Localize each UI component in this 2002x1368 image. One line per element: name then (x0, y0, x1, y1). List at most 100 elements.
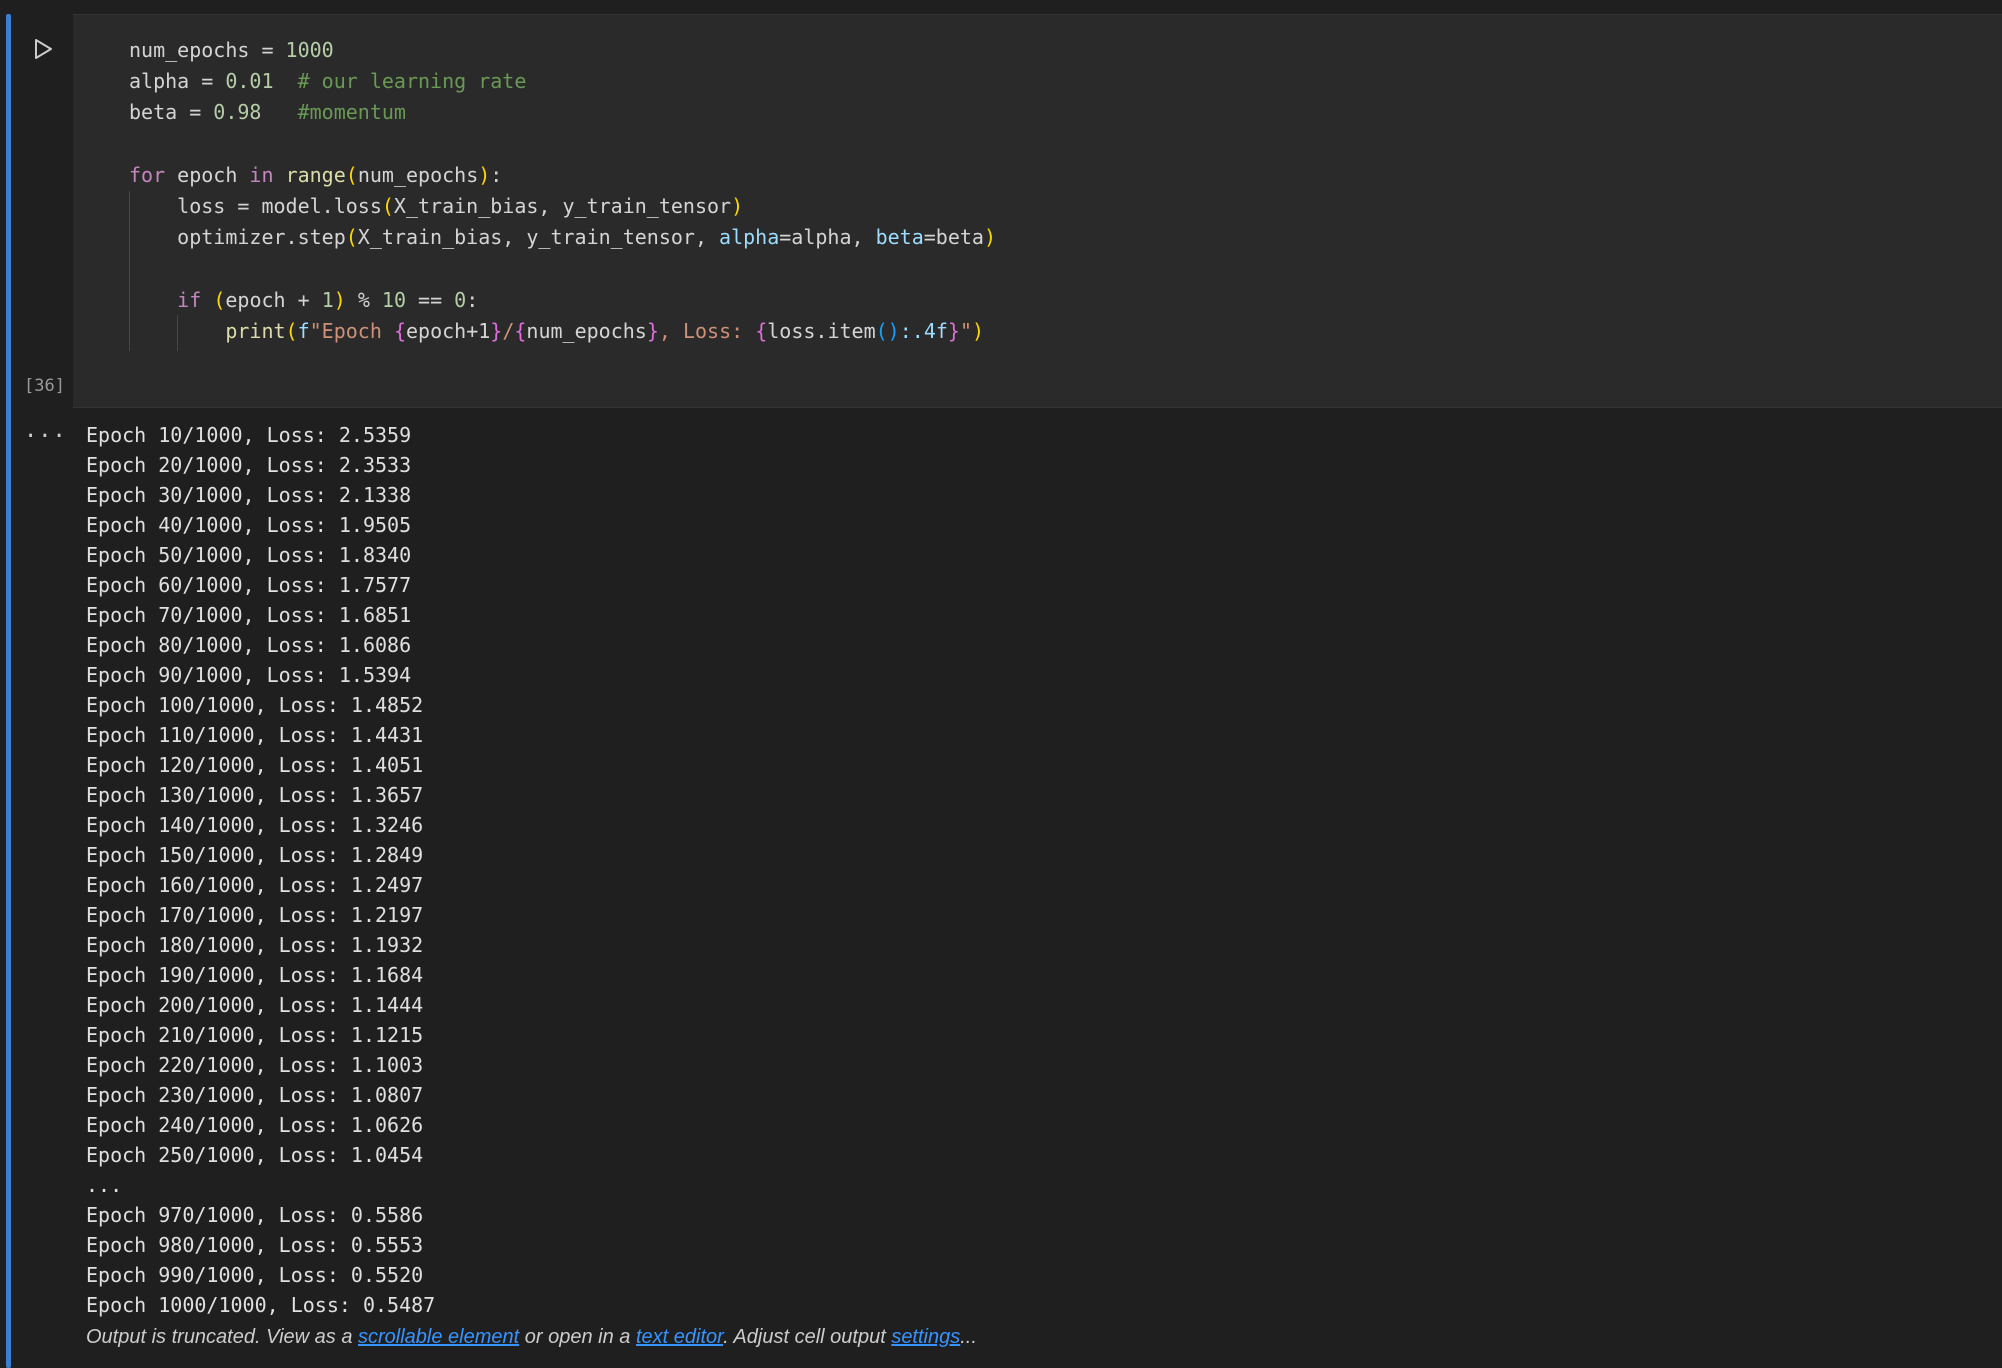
output-line: Epoch 210/1000, Loss: 1.1215 (86, 1023, 424, 1047)
code-token: } (646, 318, 659, 343)
code-token: in (249, 162, 274, 187)
output-line: Epoch 190/1000, Loss: 1.1684 (86, 963, 424, 987)
play-icon[interactable] (30, 36, 56, 62)
output-line: Epoch 970/1000, Loss: 0.5586 (86, 1203, 424, 1227)
output-line: Epoch 150/1000, Loss: 1.2849 (86, 843, 424, 867)
code-token: ) (478, 162, 491, 187)
code-token: loss = model.loss (129, 194, 382, 218)
code-token: num_epochs (357, 162, 479, 187)
code-editor[interactable]: num_epochs = 1000 alpha = 0.01 # our lear… (73, 14, 2002, 408)
code-token: =beta (923, 225, 984, 250)
output-line: Epoch 220/1000, Loss: 1.1003 (86, 1053, 424, 1077)
output-line: Epoch 170/1000, Loss: 1.2197 (86, 903, 424, 927)
code-cell[interactable]: [36] num_epochs = 1000 alpha = 0.01 # our… (0, 14, 2002, 408)
code-token: } (947, 318, 960, 343)
code-line: alpha = 0.01 # our learning rate (129, 66, 526, 96)
code-token: ( (345, 162, 358, 187)
code-token: print (225, 318, 286, 343)
output-line: Epoch 20/1000, Loss: 2.3533 (86, 453, 412, 477)
output-line: Epoch 980/1000, Loss: 0.5553 (86, 1233, 424, 1257)
code-token: ( (285, 318, 298, 343)
code-token: #momentum (261, 100, 406, 125)
code-token: == (406, 287, 455, 312)
code-token: # our learning rate (273, 69, 527, 94)
code-line: for epoch in range(num_epochs): (129, 160, 502, 190)
code-token: 10 (381, 287, 406, 312)
code-line: beta = 0.98 #momentum (129, 97, 406, 127)
code-token: () (875, 318, 900, 343)
output-line: Epoch 140/1000, Loss: 1.3246 (86, 813, 424, 837)
code-token: for (129, 162, 166, 187)
truncation-notice: Output is truncated. View as a scrollabl… (86, 1326, 977, 1348)
code-token: : (466, 287, 479, 312)
code-token: : (490, 162, 503, 187)
code-token: epoch (165, 162, 250, 187)
output-line: Epoch 90/1000, Loss: 1.5394 (86, 663, 412, 687)
code-token: , Loss: (658, 318, 756, 343)
code-token: ( (381, 194, 394, 218)
output-line: Epoch 10/1000, Loss: 2.5359 (86, 423, 412, 447)
output-line: Epoch 110/1000, Loss: 1.4431 (86, 723, 424, 747)
cell-gutter: [36] (0, 14, 72, 406)
code-token: num_epochs (526, 318, 647, 343)
code-token: range (285, 162, 346, 187)
output-line: Epoch 180/1000, Loss: 1.1932 (86, 933, 424, 957)
code-token: % (345, 287, 382, 312)
code-line: loss = model.loss(X_train_bias, y_train_… (129, 191, 743, 221)
output-line: Epoch 100/1000, Loss: 1.4852 (86, 693, 424, 717)
code-token: ) (983, 225, 997, 250)
output-line: ... (86, 1173, 123, 1197)
code-token: loss.item (767, 318, 876, 343)
output-line: Epoch 240/1000, Loss: 1.0626 (86, 1113, 424, 1137)
code-token: alpha (719, 225, 780, 250)
output-line: Epoch 60/1000, Loss: 1.7577 (86, 573, 412, 597)
output-text: Epoch 10/1000, Loss: 2.5359 Epoch 20/1000… (86, 420, 435, 1320)
code-token: epoch + (225, 287, 322, 312)
scrollable-element-link[interactable]: scrollable element (358, 1326, 519, 1348)
code-token: ( (345, 225, 358, 250)
code-token: if (177, 287, 202, 312)
code-token: 1000 (285, 38, 334, 62)
code-token: beta = (129, 100, 214, 125)
code-token: ) (972, 318, 985, 343)
code-line: optimizer.step(X_train_bias, y_train_ten… (129, 222, 996, 252)
code-token: num_epochs = (129, 38, 286, 62)
code-token: } (490, 318, 503, 343)
code-token: X_train_bias, y_train_tensor (393, 194, 732, 218)
output-line: Epoch 1000/1000, Loss: 0.5487 (86, 1293, 436, 1317)
code-line: num_epochs = 1000 (129, 35, 334, 65)
code-token: :.4f (899, 318, 948, 343)
output-line: Epoch 80/1000, Loss: 1.6086 (86, 633, 412, 657)
code-line: print(f"Epoch {epoch+1}/{num_epochs}, Lo… (129, 316, 984, 346)
code-token: ) (333, 287, 346, 312)
output-line: Epoch 40/1000, Loss: 1.9505 (86, 513, 412, 537)
output-line: Epoch 250/1000, Loss: 1.0454 (86, 1143, 424, 1167)
code-token: f (297, 318, 310, 343)
code-token: beta (875, 225, 924, 250)
output-line: Epoch 990/1000, Loss: 0.5520 (86, 1263, 424, 1287)
output-line: Epoch 230/1000, Loss: 1.0807 (86, 1083, 424, 1107)
output-line: Epoch 70/1000, Loss: 1.6851 (86, 603, 412, 627)
code-token: alpha = (129, 69, 226, 94)
text-editor-link[interactable]: text editor (636, 1326, 723, 1348)
code-token: { (755, 318, 768, 343)
output-more-actions-icon[interactable]: ··· (24, 424, 67, 449)
code-token: { (514, 318, 527, 343)
settings-link[interactable]: settings (891, 1326, 960, 1348)
code-token: 1 (321, 287, 334, 312)
output-line: Epoch 120/1000, Loss: 1.4051 (86, 753, 424, 777)
code-token: ( (213, 287, 226, 312)
execution-count: [36] (24, 376, 65, 396)
output-line: Epoch 50/1000, Loss: 1.8340 (86, 543, 412, 567)
output-line: Epoch 30/1000, Loss: 2.1338 (86, 483, 412, 507)
code-token: optimizer.step (129, 225, 346, 250)
code-token: { (393, 318, 406, 343)
code-token: epoch+1 (405, 318, 491, 343)
code-token: 0.98 (213, 100, 262, 125)
code-token: 0 (454, 287, 467, 312)
code-token: " (959, 318, 972, 343)
